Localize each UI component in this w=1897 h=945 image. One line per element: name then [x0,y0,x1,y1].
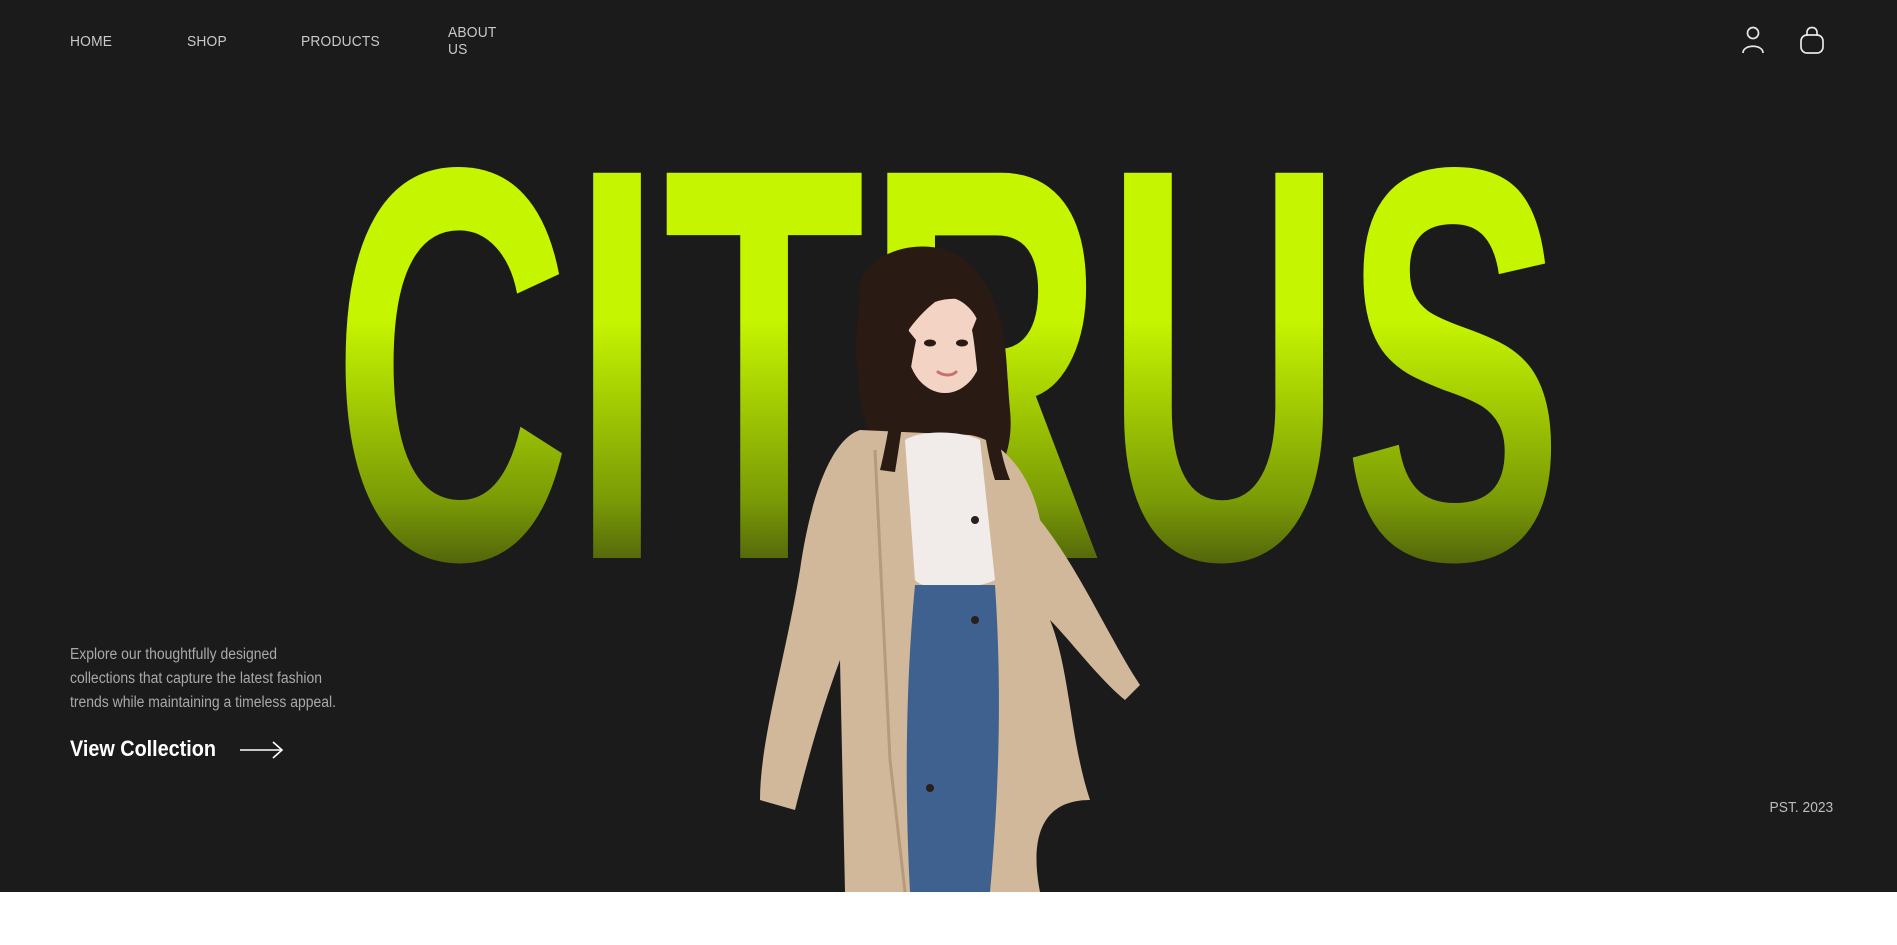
arrow-right-icon [240,741,284,759]
account-button[interactable] [1739,24,1767,56]
established-label: PST. 2023 [1769,799,1833,816]
shopping-bag-icon [1800,26,1824,54]
nav-shop-link[interactable]: SHOP [187,33,227,50]
cart-button[interactable] [1798,24,1826,56]
nav-products-link[interactable]: PRODUCTS [301,33,380,50]
hero-section: HOME SHOP PRODUCTS ABOUT US Explore our … [0,0,1897,892]
nav-about-link[interactable]: ABOUT US [448,24,496,58]
view-collection-button[interactable]: View Collection [70,736,284,762]
model-image [760,246,1140,892]
nav-home-link[interactable]: HOME [70,33,112,50]
view-collection-label: View Collection [70,736,216,761]
user-icon [1742,26,1764,54]
hero-description: Explore our thoughtfully designed collec… [70,646,336,711]
